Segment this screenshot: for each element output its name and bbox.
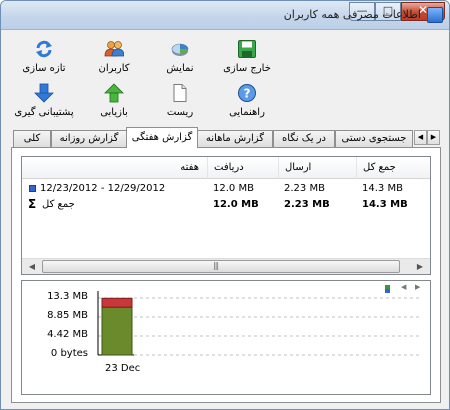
tab-general[interactable]: کلی [13,130,51,147]
table-row[interactable]: 12/23/2012 - 12/29/2012 12.0 MB 2.23 MB … [22,181,430,197]
refresh-icon [36,40,52,58]
bar-received[interactable] [101,306,133,356]
bar-sent[interactable] [101,297,133,308]
backup-label: پشتیبانی گیری [14,107,74,118]
users-label: کاربران [98,63,130,74]
document-icon [173,84,187,102]
tab-monthly-report[interactable]: گزارش ماهانه [197,130,273,147]
chart-prev-arrow-icon[interactable]: ◀ [401,283,406,291]
scrollbar-thumb[interactable]: ||| [42,260,400,273]
column-header-week[interactable]: هفته [22,157,208,179]
summary-total: 14.3 MB [362,199,408,210]
pie-chart-icon [171,43,189,56]
arrow-down-icon [34,83,54,103]
usage-chart: 13.3 MB 8.85 MB 4.42 MB 0 bytes 23 Dec ◀… [21,280,431,395]
horizontal-scrollbar[interactable]: ◀ ||| ▶ [22,258,430,274]
tab-manual-search[interactable]: جستجوی دستی [335,130,413,147]
restore-label: بازیابی [100,107,128,118]
x-tick-label: 23 Dec [105,363,141,374]
arrow-right-icon: ▶ [430,133,437,141]
arrow-left-icon: ◀ [417,133,424,141]
tab-content-panel: هفته دریافت ارسال جمع کل 12/23/2012 - 12… [11,147,441,403]
tab-scroll-right-button[interactable]: ▶ [427,130,440,145]
summary-sent: 2.23 MB [284,199,330,210]
view-label: نمایش [166,63,194,74]
users-button[interactable]: کاربران [77,39,151,79]
help-label: راهنمایی [229,107,265,118]
column-header-received[interactable]: دریافت [208,157,279,179]
summary-received: 12.0 MB [213,199,259,210]
tab-at-a-glance[interactable]: در یک نگاه [273,130,335,147]
save-icon [238,40,256,58]
row-received: 12.0 MB [213,183,254,194]
refresh-button[interactable]: تازه سازی [7,39,81,79]
arrow-up-icon [104,83,124,103]
restore-button[interactable]: بازیابی [77,83,151,123]
report-tabs: کلی گزارش روزانه گزارش هفتگی گزارش ماهان… [11,127,441,148]
sigma-icon: Σ [28,197,37,211]
legend-received-swatch [385,285,390,289]
row-sent: 2.23 MB [284,183,325,194]
row-total: 14.3 MB [362,183,403,194]
tab-weekly-report[interactable]: گزارش هفتگی [126,127,198,148]
main-window: — □ ✕ اطلاعات مصرفی همه کاربران تازه ساز… [0,0,450,410]
tab-daily-report[interactable]: گزارش روزانه [51,130,127,147]
week-color-icon [29,185,36,192]
title-bar[interactable]: — □ ✕ اطلاعات مصرفی همه کاربران [1,1,449,30]
help-button[interactable]: ? راهنمایی [210,83,284,123]
scroll-right-arrow-icon[interactable]: ▶ [412,259,428,274]
chart-plot [97,285,422,356]
backup-button[interactable]: پشتیبانی گیری [7,83,81,123]
tab-scroll-left-button[interactable]: ◀ [414,130,427,145]
window-title: اطلاعات مصرفی همه کاربران [283,8,421,21]
svg-text:?: ? [244,87,251,101]
column-header-total[interactable]: جمع کل [357,157,430,179]
refresh-label: تازه سازی [22,63,66,74]
help-icon: ? [238,84,256,102]
legend-week-swatch [385,289,390,293]
summary-label: جمع کل [42,199,75,210]
users-icon [104,41,124,57]
app-icon [427,7,443,23]
exit-button[interactable]: خارج سازی [210,39,284,79]
row-week: 12/23/2012 - 12/29/2012 [40,183,166,194]
grip-icon: ||| [213,261,219,270]
column-header-sent[interactable]: ارسال [279,157,357,179]
table-summary-row[interactable]: Σ جمع کل 12.0 MB 2.23 MB 14.3 MB [22,197,430,213]
chart-next-arrow-icon[interactable]: ▶ [415,283,420,291]
exit-label: خارج سازی [223,63,271,74]
view-button[interactable]: نمایش [143,39,217,79]
reset-label: ریست [166,107,194,118]
scroll-left-arrow-icon[interactable]: ◀ [24,259,40,274]
reset-button[interactable]: ریست [143,83,217,123]
weekly-usage-table[interactable]: هفته دریافت ارسال جمع کل 12/23/2012 - 12… [21,156,431,275]
